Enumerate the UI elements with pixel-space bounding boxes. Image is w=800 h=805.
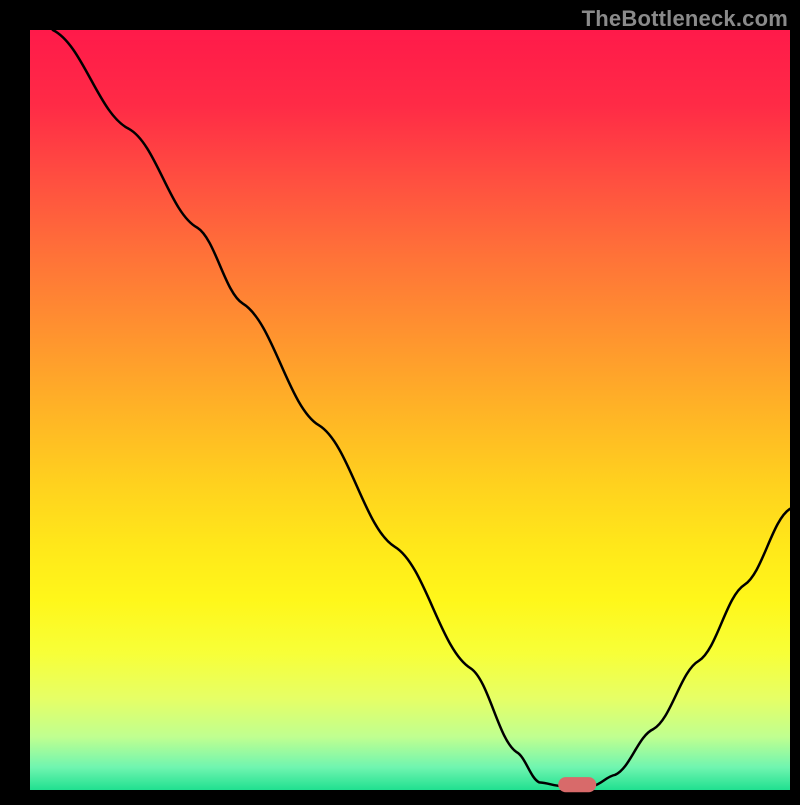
optimal-marker <box>558 777 596 792</box>
watermark-text: TheBottleneck.com <box>582 6 788 32</box>
chart-svg <box>0 0 800 800</box>
bottleneck-chart: TheBottleneck.com <box>0 0 800 800</box>
